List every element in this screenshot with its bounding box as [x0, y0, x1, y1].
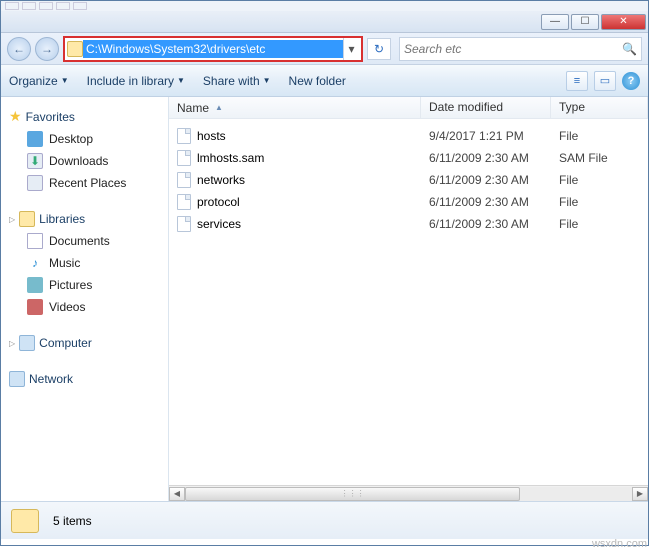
chevron-right-icon: ▷ — [9, 339, 15, 348]
recent-icon — [27, 175, 43, 191]
view-options-button[interactable]: ≡ — [566, 71, 588, 91]
file-icon — [177, 194, 191, 210]
network-header[interactable]: Network — [5, 368, 164, 390]
search-icon[interactable]: 🔍 — [622, 42, 637, 56]
watermark: wsxdn.com — [592, 538, 647, 550]
downloads-icon: ⬇ — [27, 153, 43, 169]
file-name: protocol — [197, 195, 240, 209]
column-type[interactable]: Type — [551, 97, 648, 118]
computer-group: ▷ Computer — [5, 332, 164, 354]
chevron-right-icon: ▷ — [9, 215, 15, 224]
file-row[interactable]: services 6/11/2009 2:30 AMFile — [169, 213, 648, 235]
file-list: hosts9/4/2017 1:21 PMFilelmhosts.sam6/11… — [169, 119, 648, 485]
back-button[interactable]: ← — [7, 37, 31, 61]
search-box[interactable]: 🔍 — [399, 37, 642, 61]
file-row[interactable]: protocol 6/11/2009 2:30 AMFile — [169, 191, 648, 213]
sidebar-item-videos[interactable]: Videos — [5, 296, 164, 318]
scroll-left-button[interactable]: ◀ — [169, 487, 185, 501]
documents-icon — [27, 233, 43, 249]
organize-menu[interactable]: Organize▼ — [9, 74, 69, 88]
file-type: File — [551, 129, 648, 143]
network-group: Network — [5, 368, 164, 390]
file-date: 6/11/2009 2:30 AM — [421, 195, 551, 209]
sidebar-item-recent[interactable]: Recent Places — [5, 172, 164, 194]
include-library-menu[interactable]: Include in library▼ — [87, 74, 185, 88]
file-date: 9/4/2017 1:21 PM — [421, 129, 551, 143]
close-button[interactable]: ✕ — [601, 14, 646, 30]
favorites-header[interactable]: ★ Favorites — [5, 105, 164, 128]
sidebar-item-desktop[interactable]: Desktop — [5, 128, 164, 150]
preview-pane-button[interactable]: ▭ — [594, 71, 616, 91]
file-name: services — [197, 217, 241, 231]
address-dropdown[interactable]: ▾ — [343, 38, 359, 60]
libraries-icon — [19, 211, 35, 227]
column-headers: Name▲ Date modified Type — [169, 97, 648, 119]
sort-asc-icon: ▲ — [215, 103, 223, 112]
file-name: networks — [197, 173, 245, 187]
file-icon — [177, 216, 191, 232]
file-row[interactable]: networks 6/11/2009 2:30 AMFile — [169, 169, 648, 191]
file-name: lmhosts.sam — [197, 151, 264, 165]
nav-row: ← → ▾ ↻ 🔍 — [1, 33, 648, 65]
search-input[interactable] — [404, 42, 622, 56]
desktop-icon — [27, 131, 43, 147]
toolbar: Organize▼ Include in library▼ Share with… — [1, 65, 648, 97]
sidebar: ★ Favorites Desktop ⬇Downloads Recent Pl… — [1, 97, 169, 501]
file-icon — [177, 128, 191, 144]
forward-button[interactable]: → — [35, 37, 59, 61]
status-count: 5 items — [53, 514, 92, 528]
music-icon: ♪ — [27, 255, 43, 271]
file-icon — [177, 172, 191, 188]
file-row[interactable]: hosts 9/4/2017 1:21 PMFile — [169, 125, 648, 147]
file-date: 6/11/2009 2:30 AM — [421, 217, 551, 231]
file-row[interactable]: lmhosts.sam 6/11/2009 2:30 AMSAM File — [169, 147, 648, 169]
minimize-button[interactable]: — — [541, 14, 569, 30]
titlebar: — ☐ ✕ — [1, 11, 648, 33]
file-type: File — [551, 173, 648, 187]
folder-icon — [11, 509, 39, 533]
horizontal-scrollbar[interactable]: ◀ ⋮⋮⋮ ▶ — [169, 485, 648, 501]
sidebar-item-downloads[interactable]: ⬇Downloads — [5, 150, 164, 172]
sidebar-item-documents[interactable]: Documents — [5, 230, 164, 252]
help-button[interactable]: ? — [622, 72, 640, 90]
libraries-group: ▷ Libraries Documents ♪Music Pictures Vi… — [5, 208, 164, 318]
computer-header[interactable]: ▷ Computer — [5, 332, 164, 354]
address-bar-highlight: ▾ — [63, 36, 363, 62]
folder-icon — [67, 41, 83, 57]
file-date: 6/11/2009 2:30 AM — [421, 173, 551, 187]
star-icon: ★ — [9, 108, 22, 125]
file-type: File — [551, 195, 648, 209]
scroll-track[interactable]: ⋮⋮⋮ — [185, 487, 632, 501]
body: ★ Favorites Desktop ⬇Downloads Recent Pl… — [1, 97, 648, 501]
background-thumbs — [1, 1, 648, 11]
sidebar-item-music[interactable]: ♪Music — [5, 252, 164, 274]
maximize-button[interactable]: ☐ — [571, 14, 599, 30]
new-folder-button[interactable]: New folder — [289, 74, 346, 88]
videos-icon — [27, 299, 43, 315]
status-bar: 5 items — [1, 501, 648, 539]
scroll-thumb[interactable]: ⋮⋮⋮ — [185, 487, 520, 501]
pictures-icon — [27, 277, 43, 293]
network-icon — [9, 371, 25, 387]
column-name[interactable]: Name▲ — [169, 97, 421, 118]
file-type: SAM File — [551, 151, 648, 165]
sidebar-item-pictures[interactable]: Pictures — [5, 274, 164, 296]
refresh-button[interactable]: ↻ — [367, 38, 391, 60]
file-icon — [177, 150, 191, 166]
libraries-header[interactable]: ▷ Libraries — [5, 208, 164, 230]
file-date: 6/11/2009 2:30 AM — [421, 151, 551, 165]
share-with-menu[interactable]: Share with▼ — [203, 74, 271, 88]
favorites-group: ★ Favorites Desktop ⬇Downloads Recent Pl… — [5, 105, 164, 194]
file-type: File — [551, 217, 648, 231]
content-pane: Name▲ Date modified Type hosts 9/4/2017 1… — [169, 97, 648, 501]
computer-icon — [19, 335, 35, 351]
address-input[interactable] — [83, 40, 343, 58]
file-name: hosts — [197, 129, 226, 143]
column-date[interactable]: Date modified — [421, 97, 551, 118]
scroll-right-button[interactable]: ▶ — [632, 487, 648, 501]
explorer-window: — ☐ ✕ ← → ▾ ↻ 🔍 Organize▼ Include in lib… — [0, 0, 649, 546]
